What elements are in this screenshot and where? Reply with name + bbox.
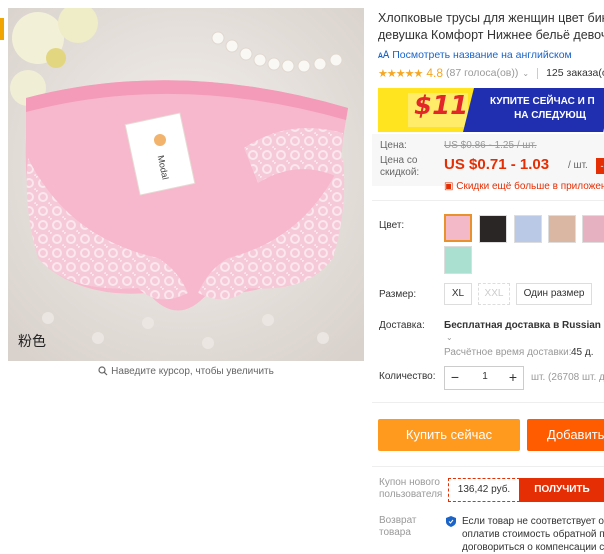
- banner-cta-line: КУПИТЕ СЕЙЧАС И П: [490, 96, 595, 107]
- chevron-down-icon[interactable]: ⌄: [446, 333, 453, 342]
- add-to-cart-button[interactable]: Добавить: [527, 419, 604, 451]
- color-label: Цвет:: [379, 220, 405, 231]
- returns-policy-line: договориться о компенсации с: [462, 542, 604, 553]
- app-discount-text: Скидки ещё больше в приложен: [456, 181, 604, 192]
- divider: [372, 200, 604, 201]
- coupon-label-line: Купон нового: [379, 477, 440, 488]
- returns-label-line: Возврат: [379, 515, 417, 526]
- shipping-method[interactable]: Бесплатная доставка в Russian Fe: [444, 320, 604, 331]
- star-rating-icon: ★★★★★: [378, 67, 423, 80]
- color-swatch-light-pink[interactable]: [582, 215, 604, 243]
- shield-icon: [446, 516, 456, 527]
- get-coupon-button[interactable]: ПОЛУЧИТЬ: [519, 478, 604, 502]
- divider: [537, 67, 539, 79]
- image-caption: 粉色: [18, 333, 46, 350]
- discount-tag: -: [596, 158, 604, 174]
- banner-cta: КУПИТЕ СЕЙЧАС И П НА СЛЕДУЮЩ: [490, 95, 604, 123]
- phone-icon: ▣: [444, 181, 454, 192]
- color-swatch-blue[interactable]: [514, 215, 542, 243]
- translate-link-text: Посмотреть название на английском: [392, 49, 572, 61]
- sale-price: US $0.71 - 1.03: [444, 156, 550, 173]
- product-photo-illustration: Modal 粉色: [8, 8, 364, 361]
- translate-icon: 🗚: [378, 50, 390, 61]
- size-option-xxl[interactable]: XXL: [478, 283, 510, 305]
- returns-policy-text: Если товар не соответствует опи оплатив …: [462, 515, 604, 554]
- zoom-hint: Наведите курсор, чтобы увеличить: [0, 366, 372, 377]
- divider: [372, 466, 604, 467]
- discount-price-label: Цена со скидкой:: [380, 155, 419, 179]
- banner-cta-line: НА СЛЕДУЮЩ: [514, 110, 586, 121]
- gallery-tab-indicator: [0, 18, 4, 40]
- quantity-label: Количество:: [379, 371, 436, 382]
- rating-row: ★★★★★ 4.8 (87 голоса(ов)) ⌄ 125 заказа(о…: [378, 66, 604, 80]
- returns-policy-line: Если товар не соответствует опи: [462, 516, 604, 527]
- plus-icon[interactable]: +: [502, 366, 524, 388]
- per-unit-label: / шт.: [568, 160, 588, 171]
- translate-title-link[interactable]: 🗚 Посмотреть название на английском: [378, 49, 572, 61]
- size-option-one-size[interactable]: Один размер: [516, 283, 592, 305]
- product-title: Хлопковые трусы для женщин цвет бики дев…: [378, 10, 604, 44]
- size-option-xl[interactable]: XL: [444, 283, 472, 305]
- rating-value: 4.8: [426, 66, 443, 80]
- zoom-hint-text: Наведите курсор, чтобы увеличить: [111, 366, 274, 377]
- coupon-amount: 136,42 руб.: [448, 478, 520, 502]
- divider: [372, 402, 604, 403]
- discount-label-line: скидкой:: [380, 167, 420, 178]
- promo-banner[interactable]: $11 КУПИТЕ СЕЙЧАС И П НА СЛЕДУЮЩ: [378, 88, 604, 132]
- product-image[interactable]: Modal 粉色: [8, 8, 364, 361]
- chevron-down-icon[interactable]: ⌄: [522, 69, 529, 78]
- magnifier-icon: [98, 366, 108, 376]
- color-swatch-mint[interactable]: [444, 246, 472, 274]
- returns-policy-line: оплатив стоимость обратной пе: [462, 529, 604, 540]
- delivery-time-label: Расчётное время доставки:: [444, 347, 572, 358]
- banner-amount: $11: [414, 91, 469, 121]
- product-title-line: Хлопковые трусы для женщин цвет бики: [378, 11, 604, 25]
- discount-label-line: Цена со: [380, 155, 418, 166]
- color-swatch-pink[interactable]: [444, 214, 472, 242]
- coupon-label-line: пользователя: [379, 489, 443, 500]
- price-label: Цена:: [380, 140, 407, 151]
- buy-now-button[interactable]: Купить сейчас: [378, 419, 520, 451]
- size-label: Размер:: [379, 289, 417, 300]
- votes-count[interactable]: (87 голоса(ов)): [446, 67, 518, 79]
- new-user-coupon-label: Купон нового пользователя: [379, 477, 442, 501]
- returns-label-line: товара: [379, 527, 411, 538]
- quantity-input[interactable]: 1: [468, 366, 502, 388]
- delivery-time-value: 45 д.: [571, 347, 594, 358]
- shipping-label: Доставка:: [379, 320, 425, 331]
- orders-count: 125 заказа(ов: [546, 67, 604, 79]
- app-discount-link[interactable]: ▣ Скидки ещё больше в приложен: [444, 181, 604, 192]
- color-swatch-beige[interactable]: [548, 215, 576, 243]
- returns-label: Возврат товара: [379, 515, 417, 539]
- original-price: US $0.86 - 1.25 / шт.: [444, 140, 537, 151]
- color-swatch-black[interactable]: [479, 215, 507, 243]
- product-title-line: девушка Комфорт Нижнее бельё девоче: [378, 28, 604, 42]
- minus-icon[interactable]: −: [444, 366, 466, 388]
- stock-info: шт. (26708 шт. до: [531, 372, 604, 383]
